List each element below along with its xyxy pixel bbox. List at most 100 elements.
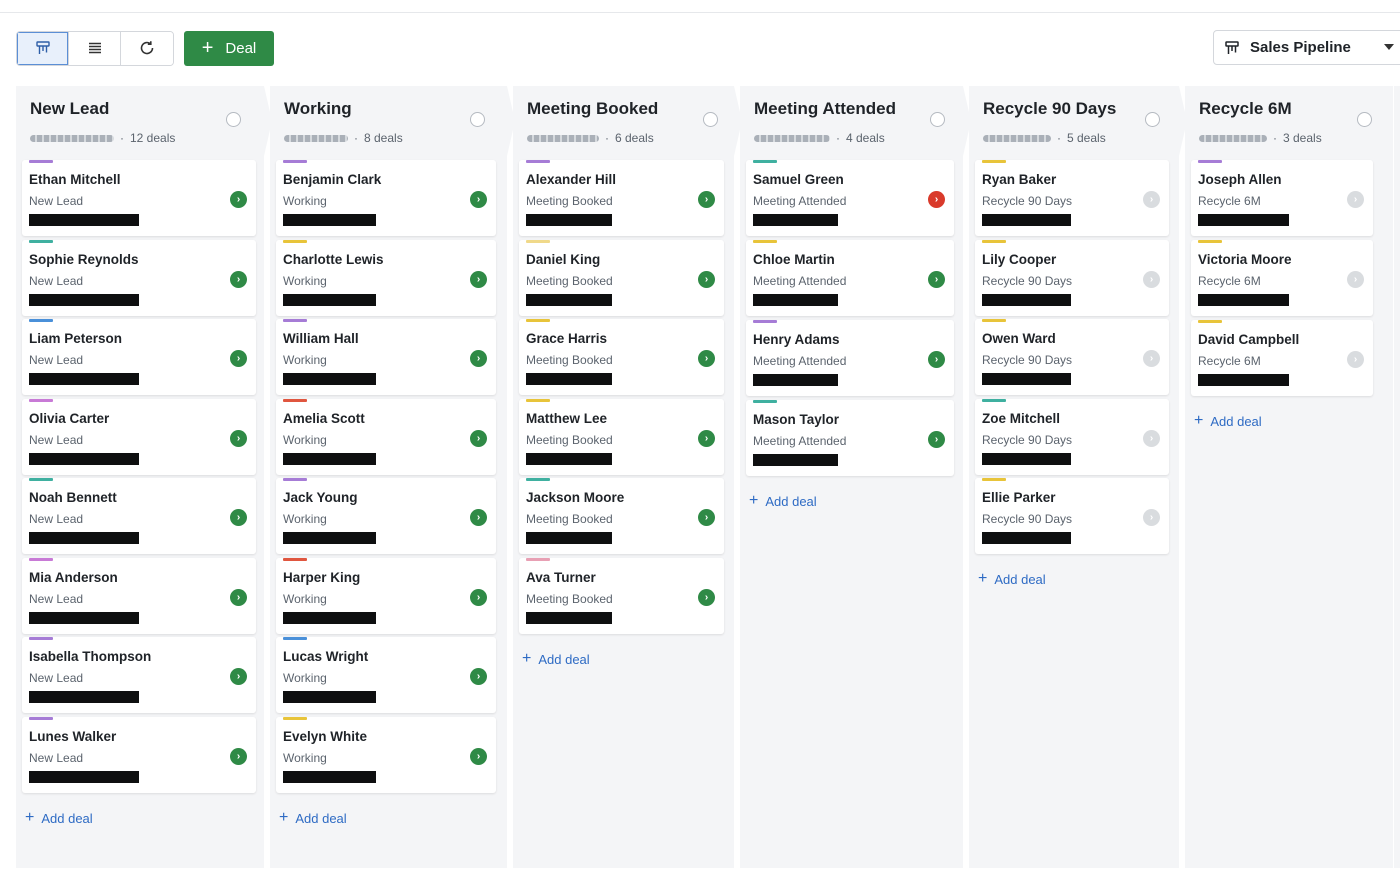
deal-card[interactable]: Joseph Allen Recycle 6M › xyxy=(1191,160,1373,236)
advance-stage-icon[interactable]: › xyxy=(230,589,247,606)
deal-name[interactable]: Mason Taylor xyxy=(753,412,839,427)
deal-name[interactable]: Olivia Carter xyxy=(29,411,109,426)
deal-card[interactable]: Lunes Walker New Lead › xyxy=(22,717,256,793)
deal-card[interactable]: David Campbell Recycle 6M › xyxy=(1191,320,1373,396)
advance-stage-icon[interactable]: › xyxy=(230,748,247,765)
deal-name[interactable]: Joseph Allen xyxy=(1198,172,1282,187)
advance-stage-icon[interactable]: › xyxy=(470,748,487,765)
column-select-circle[interactable] xyxy=(703,112,718,127)
deal-card[interactable]: Daniel King Meeting Booked › xyxy=(519,240,724,316)
column-select-circle[interactable] xyxy=(470,112,485,127)
advance-stage-icon[interactable]: › xyxy=(470,191,487,208)
deal-card[interactable]: Ellie Parker Recycle 90 Days › xyxy=(975,478,1169,554)
advance-stage-icon[interactable]: › xyxy=(230,509,247,526)
advance-stage-icon[interactable]: › xyxy=(230,191,247,208)
advance-stage-icon[interactable]: › xyxy=(1143,509,1160,526)
advance-stage-icon[interactable]: › xyxy=(470,350,487,367)
deal-card[interactable]: Samuel Green Meeting Attended › xyxy=(746,160,954,236)
deal-name[interactable]: Owen Ward xyxy=(982,331,1056,346)
advance-stage-icon[interactable]: › xyxy=(1143,191,1160,208)
deal-name[interactable]: Samuel Green xyxy=(753,172,844,187)
advance-stage-icon[interactable]: › xyxy=(1143,271,1160,288)
deal-card[interactable]: Lucas Wright Working › xyxy=(276,637,496,713)
refresh-button[interactable] xyxy=(121,31,173,65)
deal-card[interactable]: Henry Adams Meeting Attended › xyxy=(746,320,954,396)
deal-name[interactable]: William Hall xyxy=(283,331,359,346)
deal-name[interactable]: Chloe Martin xyxy=(753,252,835,267)
deal-name[interactable]: Victoria Moore xyxy=(1198,252,1292,267)
deal-card[interactable]: Mia Anderson New Lead › xyxy=(22,558,256,634)
deal-card[interactable]: Liam Peterson New Lead › xyxy=(22,319,256,395)
deal-name[interactable]: Amelia Scott xyxy=(283,411,365,426)
deal-card[interactable]: Ethan Mitchell New Lead › xyxy=(22,160,256,236)
advance-stage-icon[interactable]: › xyxy=(470,668,487,685)
column-select-circle[interactable] xyxy=(1145,112,1160,127)
deal-card[interactable]: Sophie Reynolds New Lead › xyxy=(22,240,256,316)
deal-card[interactable]: Jack Young Working › xyxy=(276,478,496,554)
deal-name[interactable]: Daniel King xyxy=(526,252,600,267)
advance-stage-icon[interactable]: › xyxy=(928,351,945,368)
deal-card[interactable]: Zoe Mitchell Recycle 90 Days › xyxy=(975,399,1169,475)
deal-name[interactable]: Isabella Thompson xyxy=(29,649,151,664)
deal-name[interactable]: Lunes Walker xyxy=(29,729,116,744)
deal-name[interactable]: Sophie Reynolds xyxy=(29,252,139,267)
advance-stage-icon[interactable]: › xyxy=(698,509,715,526)
deal-name[interactable]: Ava Turner xyxy=(526,570,596,585)
advance-stage-icon[interactable]: › xyxy=(698,350,715,367)
advance-stage-icon[interactable]: › xyxy=(698,191,715,208)
deal-name[interactable]: Zoe Mitchell xyxy=(982,411,1060,426)
deal-card[interactable]: Amelia Scott Working › xyxy=(276,399,496,475)
deal-name[interactable]: Matthew Lee xyxy=(526,411,607,426)
deal-card[interactable]: Chloe Martin Meeting Attended › xyxy=(746,240,954,316)
deal-card[interactable]: Lily Cooper Recycle 90 Days › xyxy=(975,240,1169,316)
deal-card[interactable]: Ryan Baker Recycle 90 Days › xyxy=(975,160,1169,236)
advance-stage-icon[interactable]: › xyxy=(230,350,247,367)
deal-name[interactable]: Harper King xyxy=(283,570,360,585)
column-select-circle[interactable] xyxy=(226,112,241,127)
deal-card[interactable]: Owen Ward Recycle 90 Days › xyxy=(975,319,1169,395)
deal-card[interactable]: Alexander Hill Meeting Booked › xyxy=(519,160,724,236)
advance-stage-icon[interactable]: › xyxy=(928,271,945,288)
add-deal-link[interactable]: + Add deal xyxy=(978,571,1046,587)
deal-card[interactable]: Ava Turner Meeting Booked › xyxy=(519,558,724,634)
deal-card[interactable]: Grace Harris Meeting Booked › xyxy=(519,319,724,395)
deal-card[interactable]: Matthew Lee Meeting Booked › xyxy=(519,399,724,475)
advance-stage-icon[interactable]: › xyxy=(230,668,247,685)
deal-name[interactable]: Lucas Wright xyxy=(283,649,368,664)
deal-card[interactable]: Olivia Carter New Lead › xyxy=(22,399,256,475)
deal-name[interactable]: Alexander Hill xyxy=(526,172,616,187)
deal-name[interactable]: Benjamin Clark xyxy=(283,172,381,187)
column-select-circle[interactable] xyxy=(930,112,945,127)
list-view-button[interactable] xyxy=(69,31,121,65)
deal-name[interactable]: Henry Adams xyxy=(753,332,840,347)
advance-stage-icon[interactable]: › xyxy=(230,430,247,447)
deal-name[interactable]: Mia Anderson xyxy=(29,570,118,585)
add-deal-link[interactable]: + Add deal xyxy=(749,493,817,509)
add-deal-link[interactable]: + Add deal xyxy=(522,651,590,667)
deal-card[interactable]: William Hall Working › xyxy=(276,319,496,395)
deal-card[interactable]: Charlotte Lewis Working › xyxy=(276,240,496,316)
deal-name[interactable]: Ethan Mitchell xyxy=(29,172,121,187)
add-deal-button[interactable]: + Deal xyxy=(184,30,274,66)
deal-name[interactable]: Evelyn White xyxy=(283,729,367,744)
advance-stage-icon[interactable]: › xyxy=(1143,430,1160,447)
advance-stage-icon[interactable]: › xyxy=(1347,191,1364,208)
deal-name[interactable]: Ryan Baker xyxy=(982,172,1056,187)
deal-name[interactable]: Ellie Parker xyxy=(982,490,1056,505)
advance-stage-icon[interactable]: › xyxy=(928,191,945,208)
advance-stage-icon[interactable]: › xyxy=(1347,351,1364,368)
deal-name[interactable]: Grace Harris xyxy=(526,331,607,346)
kanban-view-button[interactable] xyxy=(17,31,69,65)
advance-stage-icon[interactable]: › xyxy=(698,589,715,606)
deal-card[interactable]: Noah Bennett New Lead › xyxy=(22,478,256,554)
deal-name[interactable]: Jack Young xyxy=(283,490,358,505)
deal-name[interactable]: Charlotte Lewis xyxy=(283,252,384,267)
advance-stage-icon[interactable]: › xyxy=(470,589,487,606)
add-deal-link[interactable]: + Add deal xyxy=(1194,413,1262,429)
advance-stage-icon[interactable]: › xyxy=(470,271,487,288)
add-deal-link[interactable]: + Add deal xyxy=(279,810,347,826)
deal-name[interactable]: Noah Bennett xyxy=(29,490,117,505)
advance-stage-icon[interactable]: › xyxy=(1347,271,1364,288)
deal-name[interactable]: David Campbell xyxy=(1198,332,1299,347)
deal-card[interactable]: Benjamin Clark Working › xyxy=(276,160,496,236)
